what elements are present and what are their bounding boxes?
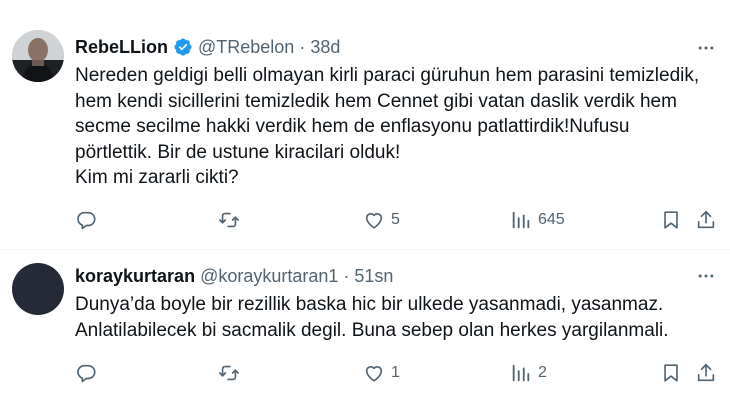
reply-button[interactable] xyxy=(75,205,103,235)
author-name[interactable]: RebeLLion xyxy=(75,37,168,58)
verified-badge-icon[interactable] xyxy=(173,37,193,57)
share-icon xyxy=(697,363,715,382)
timestamp[interactable]: 51sn xyxy=(354,266,393,287)
tweet-actions: 5 645 xyxy=(75,205,720,235)
tweet[interactable]: RebeLLion @TRebelon · 38d Nereden geldig… xyxy=(0,0,730,250)
bookmark-button[interactable] xyxy=(660,205,682,235)
tweet-header: koraykurtaran @koraykurtaran1 · 51sn xyxy=(75,264,393,288)
reply-icon xyxy=(77,211,96,230)
tweet-actions: 1 2 xyxy=(75,358,720,388)
views-button[interactable]: 2 xyxy=(510,358,547,388)
tweet[interactable]: koraykurtaran @koraykurtaran1 · 51sn Dun… xyxy=(0,250,730,420)
tweet-text-line: Nereden geldigi belli olmayan kirli para… xyxy=(75,65,700,86)
bookmark-icon xyxy=(664,364,678,382)
heart-icon xyxy=(365,366,383,382)
views-icon xyxy=(512,364,530,382)
tweet-text-line: Kim mi zararli cikti? xyxy=(75,167,239,188)
reply-icon xyxy=(77,364,96,383)
avatar[interactable] xyxy=(12,30,64,82)
views-icon xyxy=(512,211,530,229)
share-icon xyxy=(697,210,715,229)
tweet-text: Nereden geldigi belli olmayan kirli para… xyxy=(75,63,720,191)
tweet-header: RebeLLion @TRebelon · 38d xyxy=(75,35,340,59)
reply-button[interactable] xyxy=(75,358,103,388)
tweet-text-line: secme secilme hakki verdik hem de enflas… xyxy=(75,116,630,137)
view-count: 645 xyxy=(538,211,565,228)
bookmark-button[interactable] xyxy=(660,358,682,388)
like-count: 1 xyxy=(391,364,400,381)
tweet-text-line: Anlatilabilecek bi sacmalik degil. Buna … xyxy=(75,319,669,341)
timestamp[interactable]: 38d xyxy=(310,37,340,58)
heart-icon xyxy=(365,213,383,229)
separator-dot: · xyxy=(343,265,350,286)
retweet-button[interactable] xyxy=(218,358,246,388)
share-button[interactable] xyxy=(695,205,717,235)
author-handle[interactable]: @koraykurtaran1 xyxy=(200,266,338,287)
like-button[interactable]: 5 xyxy=(363,205,400,235)
retweet-icon xyxy=(219,212,239,228)
like-count: 5 xyxy=(391,211,400,228)
author-name[interactable]: koraykurtaran xyxy=(75,266,195,287)
tweet-text-line: pörtlettik. Bir de ustune kiracilari old… xyxy=(75,141,401,163)
timeline-feed: RebeLLion @TRebelon · 38d Nereden geldig… xyxy=(0,0,730,420)
tweet-text: Dunya’da boyle bir rezillik baska hic bi… xyxy=(75,292,720,343)
avatar-image xyxy=(12,30,64,82)
view-count: 2 xyxy=(538,364,547,381)
retweet-button[interactable] xyxy=(218,205,246,235)
author-handle[interactable]: @TRebelon xyxy=(198,37,294,58)
avatar[interactable] xyxy=(12,263,64,315)
more-horizontal-icon[interactable] xyxy=(694,264,718,288)
like-button[interactable]: 1 xyxy=(363,358,400,388)
separator-dot: · xyxy=(299,36,306,57)
more-horizontal-icon[interactable] xyxy=(694,36,718,60)
share-button[interactable] xyxy=(695,358,717,388)
tweet-text-line: Dunya’da boyle bir rezillik baska hic bi… xyxy=(75,294,664,315)
bookmark-icon xyxy=(664,211,678,229)
views-button[interactable]: 645 xyxy=(510,205,565,235)
tweet-text-line: hem kendi sicillerini temizledik hem Cen… xyxy=(75,90,677,112)
retweet-icon xyxy=(219,365,239,381)
